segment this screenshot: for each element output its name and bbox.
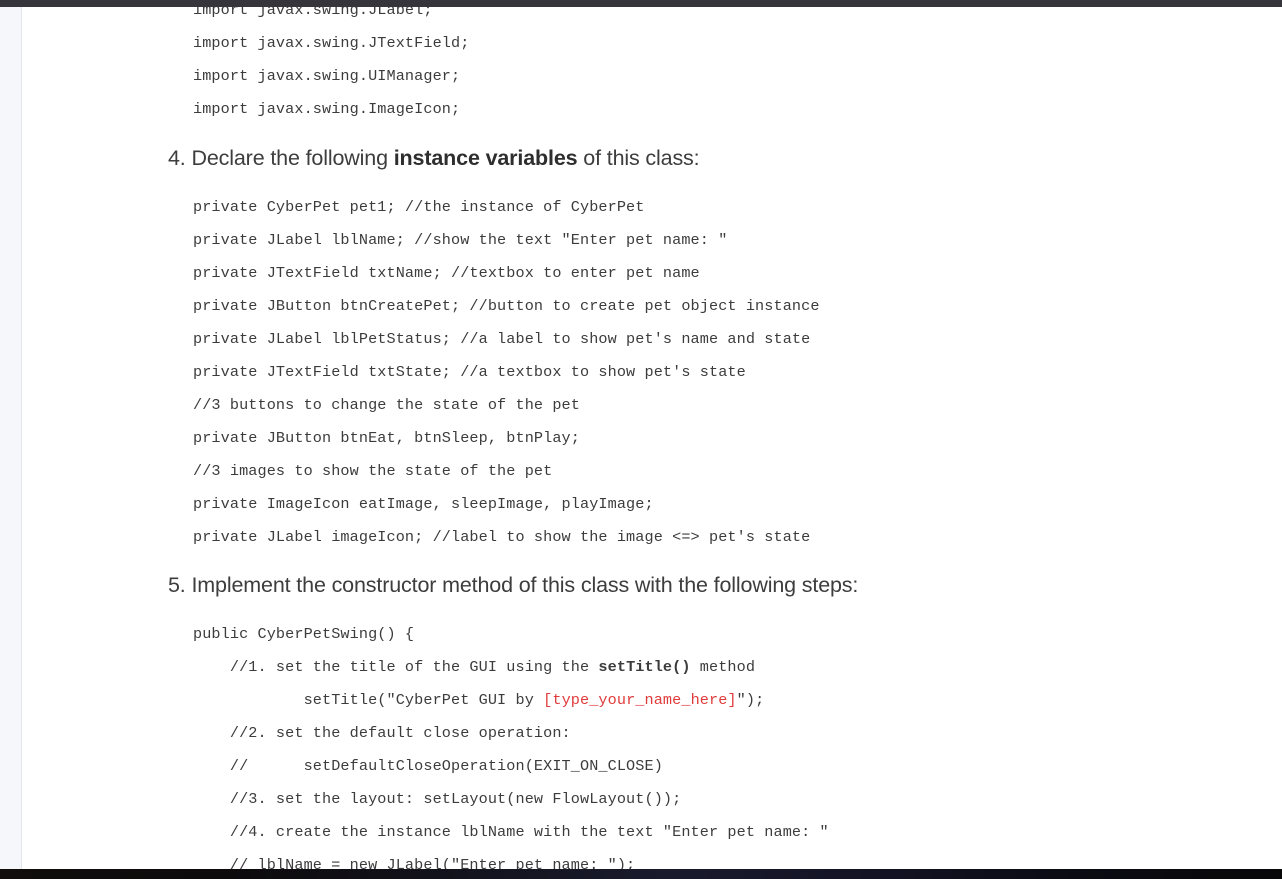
page-left-gutter [0, 0, 21, 879]
heading-text-before: Implement the constructor method of this… [185, 573, 859, 597]
code-emphasis: setTitle() [598, 658, 691, 676]
code-line: //3 buttons to change the state of the p… [193, 396, 580, 414]
code-line: private JTextField txtName; //textbox to… [193, 264, 700, 282]
code-line: private ImageIcon eatImage, sleepImage, … [193, 495, 654, 513]
heading-number: 4. [168, 146, 186, 170]
section-heading-5: 5. Implement the constructor method of t… [168, 573, 858, 598]
code-line: import javax.swing.ImageIcon; [193, 100, 461, 118]
section-heading-4: 4. Declare the following instance variab… [168, 146, 700, 171]
document-page-surface: import javax.swing.JLabel; import javax.… [0, 0, 1282, 879]
code-line: //2. set the default close operation: [193, 724, 571, 742]
browser-top-chrome-bar [0, 0, 1282, 7]
code-line: // setDefaultCloseOperation(EXIT_ON_CLOS… [193, 757, 663, 775]
heading-text-after: of this class: [577, 146, 700, 170]
code-line: private JLabel lblName; //show the text … [193, 231, 728, 249]
code-line: //1. set the title of the GUI using the … [193, 658, 755, 676]
code-segment: //1. set the title of the GUI using the [193, 658, 599, 676]
heading-emphasis: instance variables [393, 146, 578, 170]
code-line: import javax.swing.JTextField; [193, 34, 470, 52]
code-line: private JButton btnCreatePet; //button t… [193, 297, 820, 315]
code-line: setTitle("CyberPet GUI by [type_your_nam… [193, 691, 765, 709]
code-line: private JLabel lblPetStatus; //a label t… [193, 330, 811, 348]
code-line: import javax.swing.UIManager; [193, 67, 461, 85]
code-segment-tail: method [690, 658, 756, 676]
code-line: private JButton btnEat, btnSleep, btnPla… [193, 429, 580, 447]
heading-number: 5. [168, 573, 186, 597]
code-placeholder-highlight: [type_your_name_here] [543, 691, 737, 709]
code-line: //4. create the instance lblName with th… [193, 823, 829, 841]
code-line: private JLabel imageIcon; //label to sho… [193, 528, 811, 546]
code-line: public CyberPetSwing() { [193, 625, 415, 643]
desktop-taskbar [0, 869, 1282, 879]
document-content: import javax.swing.JLabel; import javax.… [22, 0, 1282, 879]
code-line: //3. set the layout: setLayout(new FlowL… [193, 790, 682, 808]
code-line: //3 images to show the state of the pet [193, 462, 553, 480]
code-segment: setTitle("CyberPet GUI by [193, 691, 544, 709]
code-line: private JTextField txtState; //a textbox… [193, 363, 746, 381]
code-line: private CyberPet pet1; //the instance of… [193, 198, 645, 216]
code-segment-tail: "); [736, 691, 765, 709]
heading-text-before: Declare the following [185, 146, 394, 170]
